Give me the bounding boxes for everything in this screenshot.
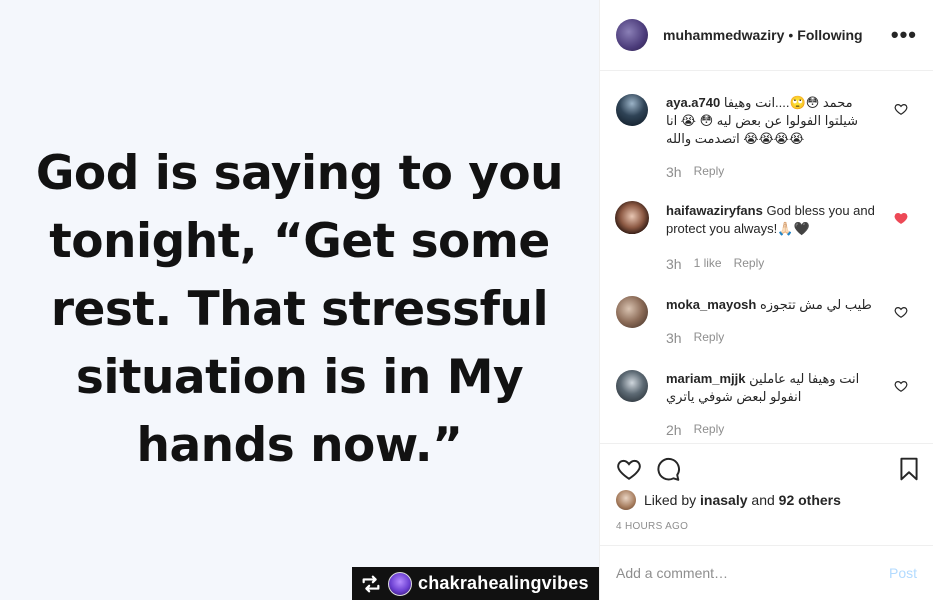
comment-like-icon[interactable] [894,305,908,319]
watermark-avatar [388,571,412,596]
reply-button[interactable]: Reply [694,330,725,346]
comment-meta: 3h Reply [666,330,724,346]
add-comment-bar: Post [600,545,933,600]
add-comment-input[interactable] [616,565,889,581]
comment-meta: 3h Reply [666,164,724,180]
comments-list[interactable]: aya.a740 محمد 😳🙄....انت وهيفا شيلتوا الف… [600,72,933,443]
comment-body: haifawaziryfans God bless you and protec… [666,202,888,238]
comment-time[interactable]: 3h [666,164,682,180]
instagram-post-modal: God is saying to you tonight, “Get some … [0,0,933,600]
comment-meta: 2h Reply [666,422,724,438]
comment-icon[interactable] [655,456,681,482]
liked-by-prefix: Liked by [644,492,697,508]
watermark-username: chakrahealingvibes [418,573,589,593]
quote-line: hands now.” [136,418,463,473]
comment-username[interactable]: moka_mayosh [666,297,756,312]
comment-text: طيب لي مش تتجوزه [759,297,872,312]
comment-username[interactable]: haifawaziryfans [666,203,763,218]
comment-liked-icon[interactable] [894,211,908,225]
liked-by-others[interactable]: 92 others [779,492,841,508]
commenter-avatar[interactable] [615,201,649,235]
quote-line: God is saying to you [35,146,564,201]
liked-by-user[interactable]: inasaly [700,492,747,508]
heart-icon[interactable] [616,456,642,482]
comment-body: aya.a740 محمد 😳🙄....انت وهيفا شيلتوا الف… [666,94,888,148]
post-actions: Liked by inasaly and 92 others 4 HOURS A… [600,443,933,532]
commenter-avatar[interactable] [616,370,648,402]
post-image[interactable]: God is saying to you tonight, “Get some … [0,0,599,600]
quote-line: situation is in My [75,350,524,405]
bookmark-icon[interactable] [896,456,922,482]
comment-body: moka_mayosh طيب لي مش تتجوزه [666,296,888,314]
reply-button[interactable]: Reply [694,422,725,438]
action-icons [616,456,920,484]
post-comment-button[interactable]: Post [889,565,917,581]
liked-by: Liked by inasaly and 92 others [616,490,841,510]
following-button[interactable]: Following [797,27,862,43]
more-options-icon[interactable]: ••• [891,22,917,48]
comment-like-icon[interactable] [894,102,908,116]
comment-username[interactable]: aya.a740 [666,95,720,110]
commenter-avatar[interactable] [616,94,648,126]
commenter-avatar[interactable] [616,296,648,328]
post-header: muhammedwaziry • Following ••• [600,0,933,71]
comment-meta: 3h 1 like Reply [666,256,764,272]
reply-button[interactable]: Reply [734,256,765,272]
comment-username[interactable]: mariam_mjjk [666,371,746,386]
comment-time[interactable]: 3h [666,330,682,346]
comment-like-count[interactable]: 1 like [694,256,722,272]
header-separator: • [788,27,794,43]
post-sidebar: muhammedwaziry • Following ••• aya.a740 … [599,0,933,600]
comment-time[interactable]: 2h [666,422,682,438]
liker-avatar[interactable] [616,490,636,510]
post-timestamp[interactable]: 4 HOURS AGO [616,521,688,532]
comment-body: mariam_mjjk انت وهيفا ليه عاملين انفولو … [666,370,888,406]
quote-line: tonight, “Get some [49,214,550,269]
liked-by-and: and [751,492,775,508]
quote-text: God is saying to you tonight, “Get some … [0,140,599,480]
comment-like-icon[interactable] [894,379,908,393]
comment-time[interactable]: 3h [666,256,682,272]
repost-watermark: chakrahealingvibes [352,567,599,600]
reply-button[interactable]: Reply [694,164,725,180]
repost-icon [362,575,380,592]
author-avatar[interactable] [616,19,648,51]
author-username[interactable]: muhammedwaziry [663,27,784,43]
quote-line: rest. That stressful [50,282,549,337]
